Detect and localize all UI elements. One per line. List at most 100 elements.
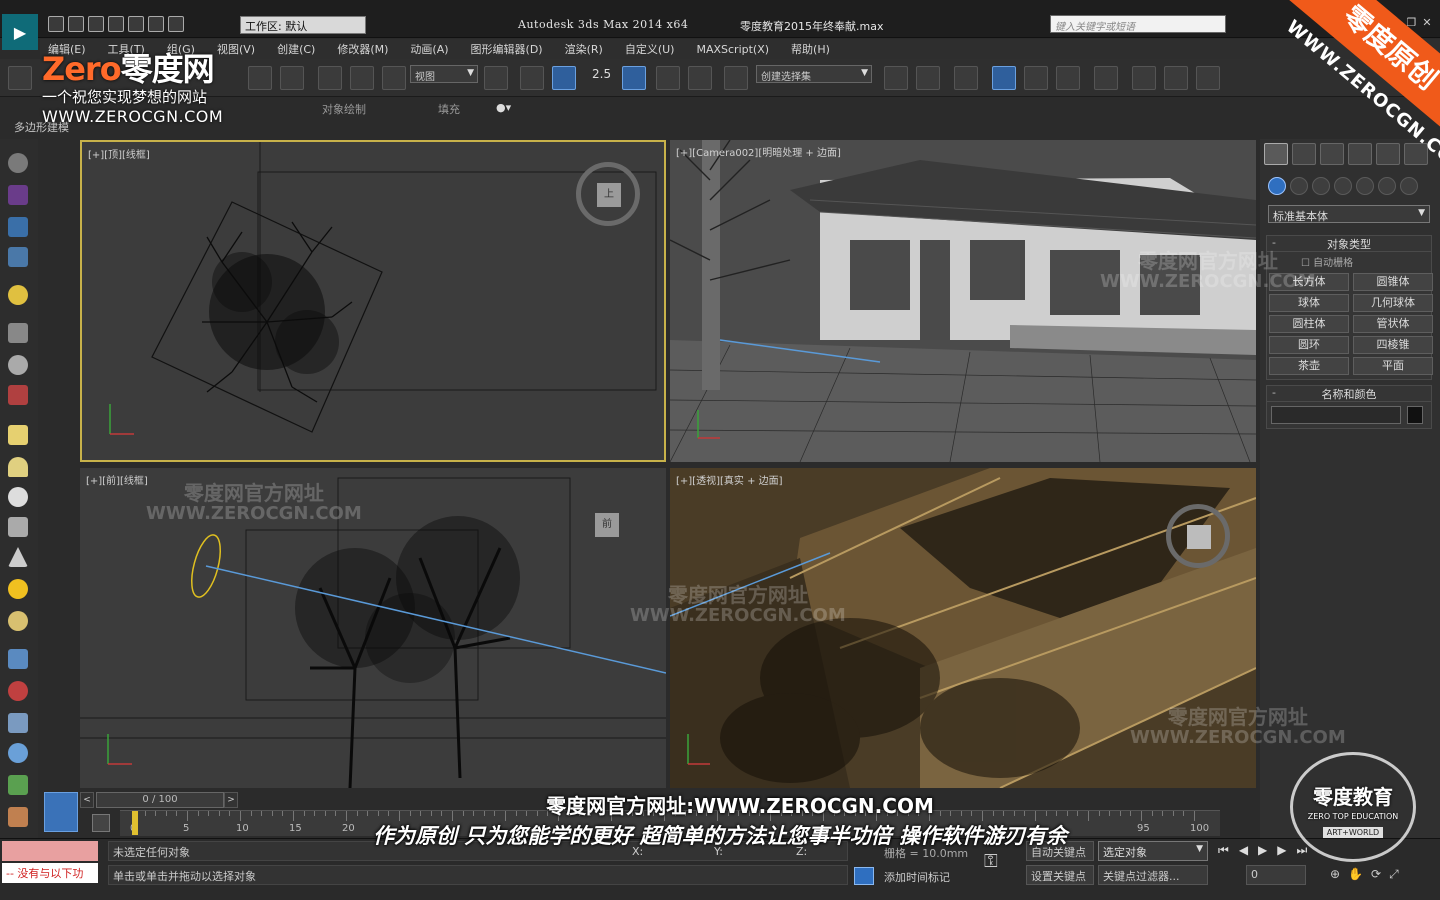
modify-tab-icon[interactable] (1292, 143, 1316, 165)
close-icon[interactable]: ✕ (1422, 16, 1431, 29)
cone-icon[interactable] (8, 547, 28, 567)
auto-grid-checkbox[interactable]: ☐ 自动栅格 (1267, 252, 1431, 271)
menu-item[interactable]: 动画(A) (410, 41, 448, 57)
tape-icon[interactable] (8, 713, 28, 733)
object-color-swatch[interactable] (1407, 406, 1423, 424)
render-icon[interactable] (8, 385, 28, 405)
orbit-icon[interactable]: ⟳ (1371, 867, 1381, 882)
named-selection-dropdown[interactable]: 创建选择集 (756, 65, 872, 83)
primitive-button[interactable]: 圆环 (1269, 336, 1349, 354)
render-teapot-icon[interactable] (1196, 66, 1220, 90)
menu-item[interactable]: 修改器(M) (337, 41, 388, 57)
helpers-icon[interactable] (1356, 177, 1374, 195)
viewcube-front[interactable]: 前 (574, 492, 638, 556)
render-setup-icon[interactable] (1132, 66, 1156, 90)
material-editor-icon[interactable] (1094, 66, 1118, 90)
object-type-title[interactable]: 对象类型 (1267, 236, 1431, 252)
spacewarps-icon[interactable] (1378, 177, 1396, 195)
manipulate-icon[interactable] (520, 66, 544, 90)
hierarchy-tab-icon[interactable] (1320, 143, 1344, 165)
keyboard-shortcut-icon[interactable] (552, 66, 576, 90)
new-file-icon[interactable] (48, 16, 64, 32)
redo-icon[interactable] (128, 16, 144, 32)
table-icon[interactable] (8, 247, 28, 267)
open-file-icon[interactable] (68, 16, 84, 32)
menu-item[interactable]: 创建(C) (277, 41, 315, 57)
viewport-camera-label[interactable]: [+][Camera002][明暗处理 + 边面] (676, 144, 841, 159)
mirror-icon[interactable] (884, 66, 908, 90)
menu-item[interactable]: MAXScript(X) (696, 43, 769, 56)
zoom-icon[interactable]: ⊕ (1330, 867, 1340, 882)
current-frame-field[interactable]: 0 (1246, 865, 1306, 885)
create-tab-icon[interactable] (1264, 143, 1288, 165)
geometry-icon[interactable] (1268, 177, 1286, 195)
undo-icon[interactable] (108, 16, 124, 32)
viewport-top-label[interactable]: [+][顶][线框] (88, 146, 150, 161)
sun-icon[interactable] (8, 579, 28, 599)
shapes-icon[interactable] (1290, 177, 1308, 195)
bone-icon[interactable] (8, 681, 28, 701)
save-file-icon[interactable] (88, 16, 104, 32)
project-folder-icon[interactable] (168, 16, 184, 32)
sphere-icon[interactable] (8, 487, 28, 507)
dome-icon[interactable] (8, 457, 28, 477)
reference-coord-dropdown[interactable]: 视图 (410, 65, 478, 83)
geometry-category-dropdown[interactable]: 标准基本体 (1268, 205, 1430, 223)
light-icon[interactable] (8, 285, 28, 305)
cameras-icon[interactable] (1334, 177, 1352, 195)
viewcube-front-face[interactable]: 前 (595, 513, 619, 537)
key-icon[interactable]: ⚿ (984, 851, 1024, 875)
align-icon[interactable] (916, 66, 940, 90)
toggle-ribbon-icon[interactable] (992, 66, 1016, 90)
scale-icon[interactable] (382, 66, 406, 90)
lights-icon[interactable] (1312, 177, 1330, 195)
hold-icon[interactable] (148, 16, 164, 32)
tab-populate[interactable]: 填充 (438, 101, 460, 117)
object-name-input[interactable] (1271, 406, 1401, 424)
tab-object-paint[interactable]: 对象绘制 (322, 101, 366, 117)
list-icon[interactable] (8, 217, 28, 237)
select-link-icon[interactable] (8, 66, 32, 90)
teapot-shape-icon[interactable] (8, 517, 28, 537)
menu-item[interactable]: 自定义(U) (625, 41, 675, 57)
display-tab-icon[interactable] (1376, 143, 1400, 165)
gear-icon[interactable] (8, 743, 28, 763)
add-time-tag[interactable]: 添加时间标记 (884, 869, 950, 885)
menu-item[interactable]: 渲染(R) (565, 41, 603, 57)
curve-editor-icon[interactable] (1024, 66, 1048, 90)
box-icon[interactable] (8, 425, 28, 445)
rendered-frame-icon[interactable] (1164, 66, 1188, 90)
maxscript-output[interactable]: -- 没有与以下功 (2, 863, 98, 883)
set-key-button[interactable]: 设置关键点 (1026, 865, 1094, 885)
particle-icon[interactable] (8, 649, 28, 669)
pivot-center-icon[interactable] (484, 66, 508, 90)
percent-snap-icon[interactable] (656, 66, 680, 90)
spinner-snap-icon[interactable] (688, 66, 712, 90)
schematic-view-icon[interactable] (1056, 66, 1080, 90)
selection-region-icon[interactable] (248, 66, 272, 90)
key-filters-button[interactable]: 关键点过滤器... (1098, 865, 1208, 885)
viewport-front[interactable]: [+][前][线框] 前 (80, 468, 666, 788)
pan-icon[interactable]: ✋ (1348, 867, 1363, 882)
angle-snap-icon[interactable] (622, 66, 646, 90)
torus-icon[interactable] (8, 611, 28, 631)
viewport-front-label[interactable]: [+][前][线框] (86, 472, 148, 487)
motion-tab-icon[interactable] (1348, 143, 1372, 165)
viewcube-top[interactable]: 上 (576, 162, 640, 226)
helper-icon[interactable] (8, 355, 28, 375)
viewcube-perspective[interactable] (1166, 504, 1230, 568)
ribbon-options-icon[interactable]: ●▾ (496, 101, 511, 114)
primitive-button[interactable]: 茶壶 (1269, 357, 1349, 375)
viewport-perspective-label[interactable]: [+][透视][真实 + 边面] (676, 472, 783, 487)
primitive-button[interactable]: 圆锥体 (1353, 273, 1433, 291)
viewport-perspective[interactable]: [+][透视][真实 + 边面] (670, 468, 1256, 788)
primitive-button[interactable]: 几何球体 (1353, 294, 1433, 312)
menu-item[interactable]: 图形编辑器(D) (471, 41, 543, 57)
systems-icon[interactable] (1400, 177, 1418, 195)
camera-icon[interactable] (8, 323, 28, 343)
window-crossing-icon[interactable] (280, 66, 304, 90)
teapot-icon[interactable] (8, 153, 28, 173)
workspace-dropdown[interactable]: 工作区: 默认 (240, 16, 366, 34)
rotate-icon[interactable] (350, 66, 374, 90)
primitive-button[interactable]: 管状体 (1353, 315, 1433, 333)
